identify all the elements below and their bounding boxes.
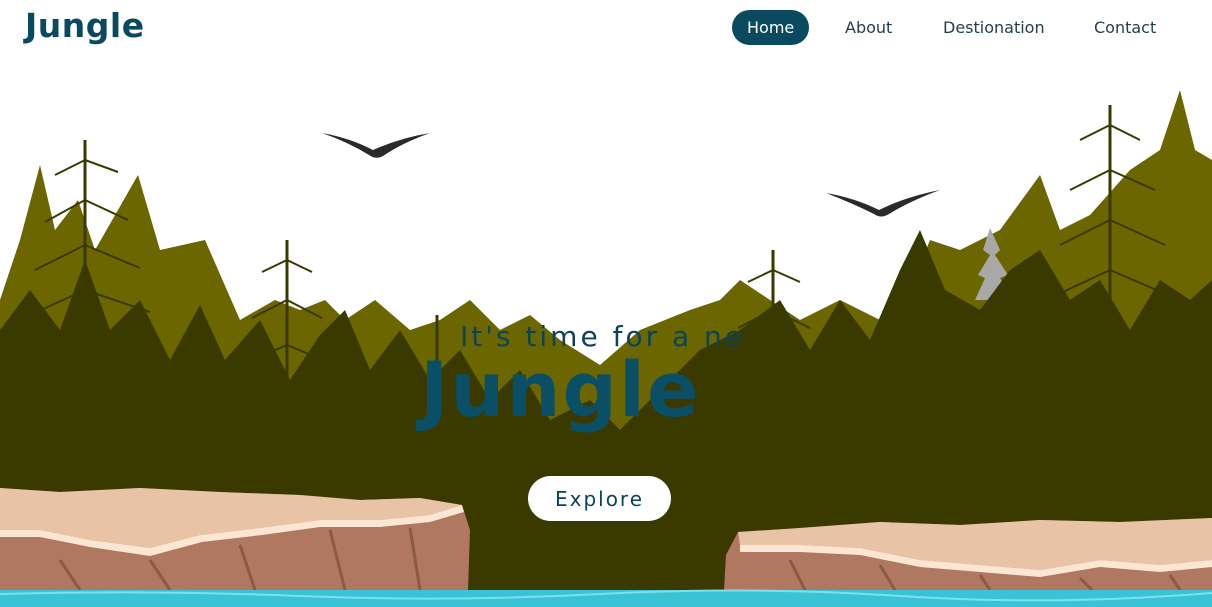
bird-right-icon [826, 190, 940, 217]
left-cliff [0, 488, 470, 591]
right-cliff [724, 518, 1212, 592]
site-logo[interactable]: Jungle [25, 6, 145, 45]
nav-item-about[interactable]: About [845, 10, 892, 45]
top-navigation: Jungle Home About Destionation Contact [0, 0, 1212, 56]
explore-button[interactable]: Explore [528, 476, 671, 521]
nav-item-home[interactable]: Home [732, 10, 810, 45]
nav-item-destination[interactable]: Destionation [943, 10, 1045, 45]
bird-left-icon [322, 133, 430, 158]
nav-item-contact[interactable]: Contact [1094, 10, 1156, 45]
water [0, 589, 1212, 607]
hero-title: Jungle [420, 345, 701, 434]
